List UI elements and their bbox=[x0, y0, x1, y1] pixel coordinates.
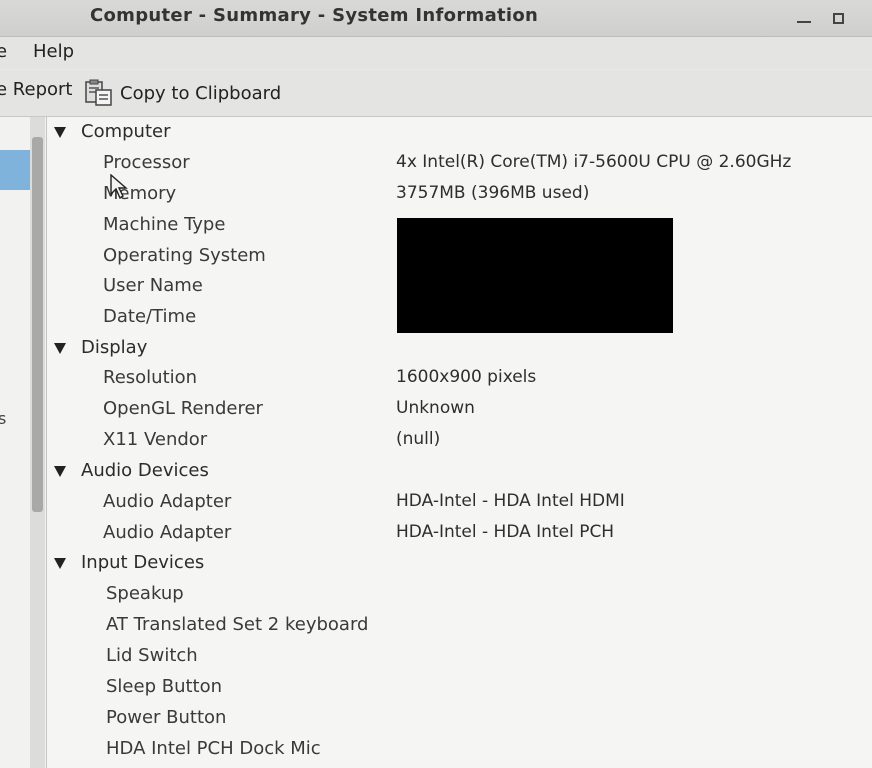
row-key: Processor bbox=[103, 152, 190, 173]
tree-row[interactable]: X11 Vendor (null) bbox=[47, 426, 872, 456]
row-key: X11 Vendor bbox=[103, 429, 208, 450]
toolbar: e Report Copy to Clipboard bbox=[0, 70, 872, 117]
expander-arrow-icon[interactable] bbox=[54, 558, 66, 569]
section-label: Input Devices bbox=[81, 552, 205, 573]
section-label: Computer bbox=[81, 121, 171, 142]
row-key: Machine Type bbox=[103, 214, 226, 235]
row-value: 1600x900 pixels bbox=[396, 367, 537, 387]
row-value: 4x Intel(R) Core(TM) i7-5600U CPU @ 2.60… bbox=[396, 152, 792, 172]
row-value: HDA-Intel - HDA Intel PCH bbox=[396, 522, 615, 542]
sidebar-scrollbar-thumb[interactable] bbox=[32, 137, 43, 512]
tree-row[interactable]: Processor 4x Intel(R) Core(TM) i7-5600U … bbox=[47, 149, 872, 179]
maximize-button[interactable] bbox=[828, 8, 848, 28]
maximize-icon bbox=[832, 12, 844, 24]
row-key: Sleep Button bbox=[106, 676, 223, 697]
section-display[interactable]: Display bbox=[47, 334, 872, 364]
menu-file[interactable]: e bbox=[0, 41, 7, 62]
tree-row[interactable]: Sleep Button bbox=[47, 673, 872, 703]
row-key: AT Translated Set 2 keyboard bbox=[106, 614, 369, 635]
section-audio-devices[interactable]: Audio Devices bbox=[47, 457, 872, 487]
redaction-box bbox=[397, 218, 673, 333]
expander-arrow-icon[interactable] bbox=[54, 343, 66, 354]
row-key: Resolution bbox=[103, 367, 198, 388]
row-key: Audio Adapter bbox=[103, 522, 232, 543]
tree-row[interactable]: Memory 3757MB (396MB used) bbox=[47, 180, 872, 210]
row-value: HDA-Intel - HDA Intel HDMI bbox=[396, 491, 625, 511]
expander-arrow-icon[interactable] bbox=[54, 466, 66, 477]
tree-row[interactable]: Audio Adapter HDA-Intel - HDA Intel HDMI bbox=[47, 488, 872, 518]
tree-row[interactable]: OpenGL Renderer Unknown bbox=[47, 395, 872, 425]
section-computer[interactable]: Computer bbox=[47, 118, 872, 148]
section-label: Audio Devices bbox=[81, 460, 209, 481]
window-title: Computer - Summary - System Information bbox=[90, 5, 539, 26]
sidebar-selected-item[interactable] bbox=[0, 150, 30, 190]
system-information-window: Computer - Summary - System Information … bbox=[0, 0, 872, 768]
tree-row[interactable]: Audio Adapter HDA-Intel - HDA Intel PCH bbox=[47, 519, 872, 549]
title-bar[interactable]: Computer - Summary - System Information bbox=[0, 0, 872, 37]
tree-row[interactable]: Resolution 1600x900 pixels bbox=[47, 364, 872, 394]
row-key: Speakup bbox=[106, 583, 184, 604]
section-label: Display bbox=[81, 337, 148, 358]
clipboard-icon bbox=[85, 79, 112, 106]
category-sidebar[interactable]: s bbox=[0, 117, 47, 768]
row-value: Unknown bbox=[396, 398, 475, 418]
minimize-icon bbox=[797, 21, 811, 23]
row-key: Date/Time bbox=[103, 306, 197, 327]
tree-row[interactable]: Lid Switch bbox=[47, 642, 872, 672]
row-key: Lid Switch bbox=[106, 645, 198, 666]
tree-row[interactable]: HDA Intel PCH Dock Mic bbox=[47, 735, 872, 765]
mouse-cursor-icon bbox=[110, 174, 128, 200]
section-input-devices[interactable]: Input Devices bbox=[47, 549, 872, 579]
row-key: User Name bbox=[103, 275, 203, 296]
generate-report-button[interactable]: e Report bbox=[0, 79, 72, 100]
copy-to-clipboard-label: Copy to Clipboard bbox=[120, 82, 282, 104]
summary-tree: Computer Processor 4x Intel(R) Core(TM) … bbox=[47, 117, 872, 768]
row-value: (null) bbox=[396, 429, 441, 449]
tree-row[interactable]: Power Button bbox=[47, 704, 872, 734]
row-key: Power Button bbox=[106, 707, 227, 728]
sidebar-item-label[interactable]: s bbox=[0, 409, 6, 428]
tree-row[interactable]: Speakup bbox=[47, 580, 872, 610]
menu-bar: e Help bbox=[0, 37, 872, 69]
minimize-button[interactable] bbox=[794, 8, 814, 28]
row-key: Audio Adapter bbox=[103, 491, 232, 512]
row-key: OpenGL Renderer bbox=[103, 398, 263, 419]
expander-arrow-icon[interactable] bbox=[54, 127, 66, 138]
tree-row[interactable]: AT Translated Set 2 keyboard bbox=[47, 611, 872, 641]
row-value: 3757MB (396MB used) bbox=[396, 183, 590, 203]
row-key: HDA Intel PCH Dock Mic bbox=[106, 738, 321, 759]
row-key: Operating System bbox=[103, 245, 266, 266]
copy-to-clipboard-button[interactable]: Copy to Clipboard bbox=[84, 79, 281, 107]
menu-help[interactable]: Help bbox=[33, 41, 74, 62]
